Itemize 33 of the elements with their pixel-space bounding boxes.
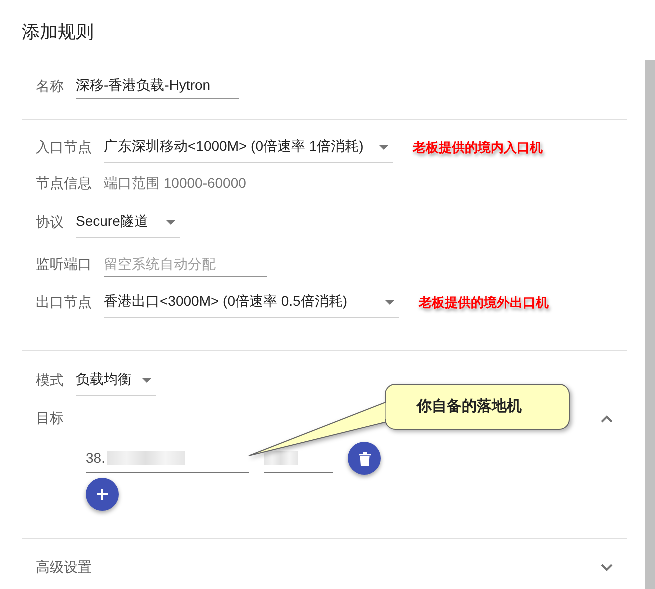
callout-text: 你自备的落地机 bbox=[417, 397, 522, 416]
annotation-text: 老板提供的境内入口机 bbox=[413, 138, 543, 156]
chevron-icon[interactable] bbox=[601, 564, 613, 572]
field-label: 目标 bbox=[36, 410, 64, 428]
entry-node-select[interactable]: 广东深圳移动<1000M> (0倍速率 1倍消耗) bbox=[104, 132, 393, 163]
target-address-field[interactable]: 38. bbox=[86, 444, 249, 473]
mode-select[interactable]: 负载均衡 bbox=[76, 365, 156, 396]
add-button[interactable] bbox=[86, 478, 119, 511]
delete-button[interactable] bbox=[348, 442, 381, 475]
trash-icon bbox=[358, 452, 370, 466]
caret-icon bbox=[142, 378, 152, 382]
caret-icon bbox=[385, 300, 395, 304]
plus-icon bbox=[97, 489, 108, 500]
chevron-icon[interactable] bbox=[601, 415, 613, 423]
caret-icon bbox=[379, 144, 389, 150]
redacted-block bbox=[264, 451, 298, 465]
field-label: 入口节点 bbox=[36, 138, 92, 156]
caret-icon bbox=[166, 220, 176, 224]
listen-port-field[interactable]: 留空系统自动分配 bbox=[104, 252, 267, 277]
field-label: 节点信息 bbox=[36, 175, 92, 193]
field-label: 出口节点 bbox=[36, 294, 92, 312]
dialog-title: 添加规则 bbox=[21, 21, 95, 44]
field-label: 监听端口 bbox=[36, 256, 92, 274]
section-header[interactable]: 高级设置 bbox=[36, 558, 92, 576]
exit-node-select[interactable]: 香港出口<3000M> (0倍速率 0.5倍消耗) bbox=[104, 287, 399, 318]
annotation-text: 老板提供的境外出口机 bbox=[419, 294, 549, 312]
field-label: 模式 bbox=[36, 372, 64, 390]
node-info-text: 端口范围 10000-60000 bbox=[104, 175, 246, 193]
field-label: 名称 bbox=[36, 78, 64, 96]
name-field[interactable]: 深移-香港负载-Hytron bbox=[76, 74, 239, 99]
scrollbar[interactable] bbox=[645, 60, 655, 589]
field-label: 协议 bbox=[36, 214, 64, 232]
protocol-select[interactable]: Secure隧道 bbox=[76, 207, 180, 238]
